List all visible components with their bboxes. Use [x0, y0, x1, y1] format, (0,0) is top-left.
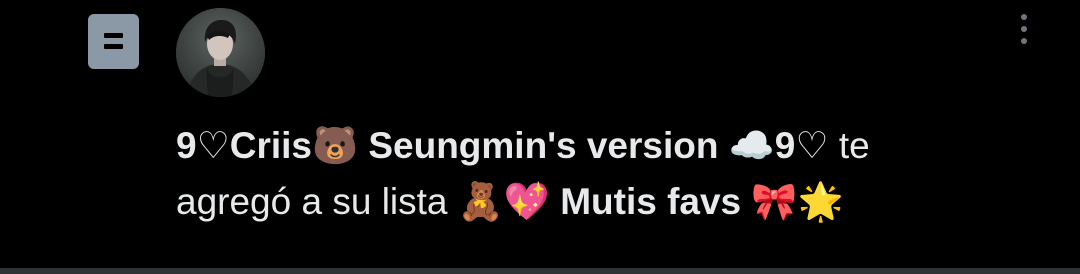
- more-options-icon: [1021, 38, 1027, 44]
- action-text: agregó a su lista 🧸💖: [176, 181, 561, 222]
- avatar[interactable]: [176, 8, 265, 97]
- list-add-notification[interactable]: 9♡Criis🐻 Seungmin's version ☁️9♡ te agre…: [0, 0, 1080, 268]
- more-options-button[interactable]: [1008, 10, 1040, 54]
- notification-line-1: 9♡Criis🐻 Seungmin's version ☁️9♡ te: [176, 118, 1036, 174]
- list-name[interactable]: Mutis favs 🎀🌟: [560, 181, 843, 222]
- notification-text: 9♡Criis🐻 Seungmin's version ☁️9♡ te agre…: [176, 118, 1036, 230]
- more-options-icon: [1021, 14, 1027, 20]
- list-icon-bar: [104, 44, 123, 49]
- user-display-name[interactable]: 9♡Criis🐻 Seungmin's version ☁️9♡: [176, 125, 829, 166]
- action-text: te: [828, 125, 870, 166]
- more-options-icon: [1021, 26, 1027, 32]
- list-icon-bar: [104, 33, 123, 38]
- list-icon: [88, 14, 139, 69]
- divider: [0, 268, 1080, 274]
- notification-line-2: agregó a su lista 🧸💖 Mutis favs 🎀🌟: [176, 174, 1036, 230]
- avatar-photo: [176, 8, 265, 97]
